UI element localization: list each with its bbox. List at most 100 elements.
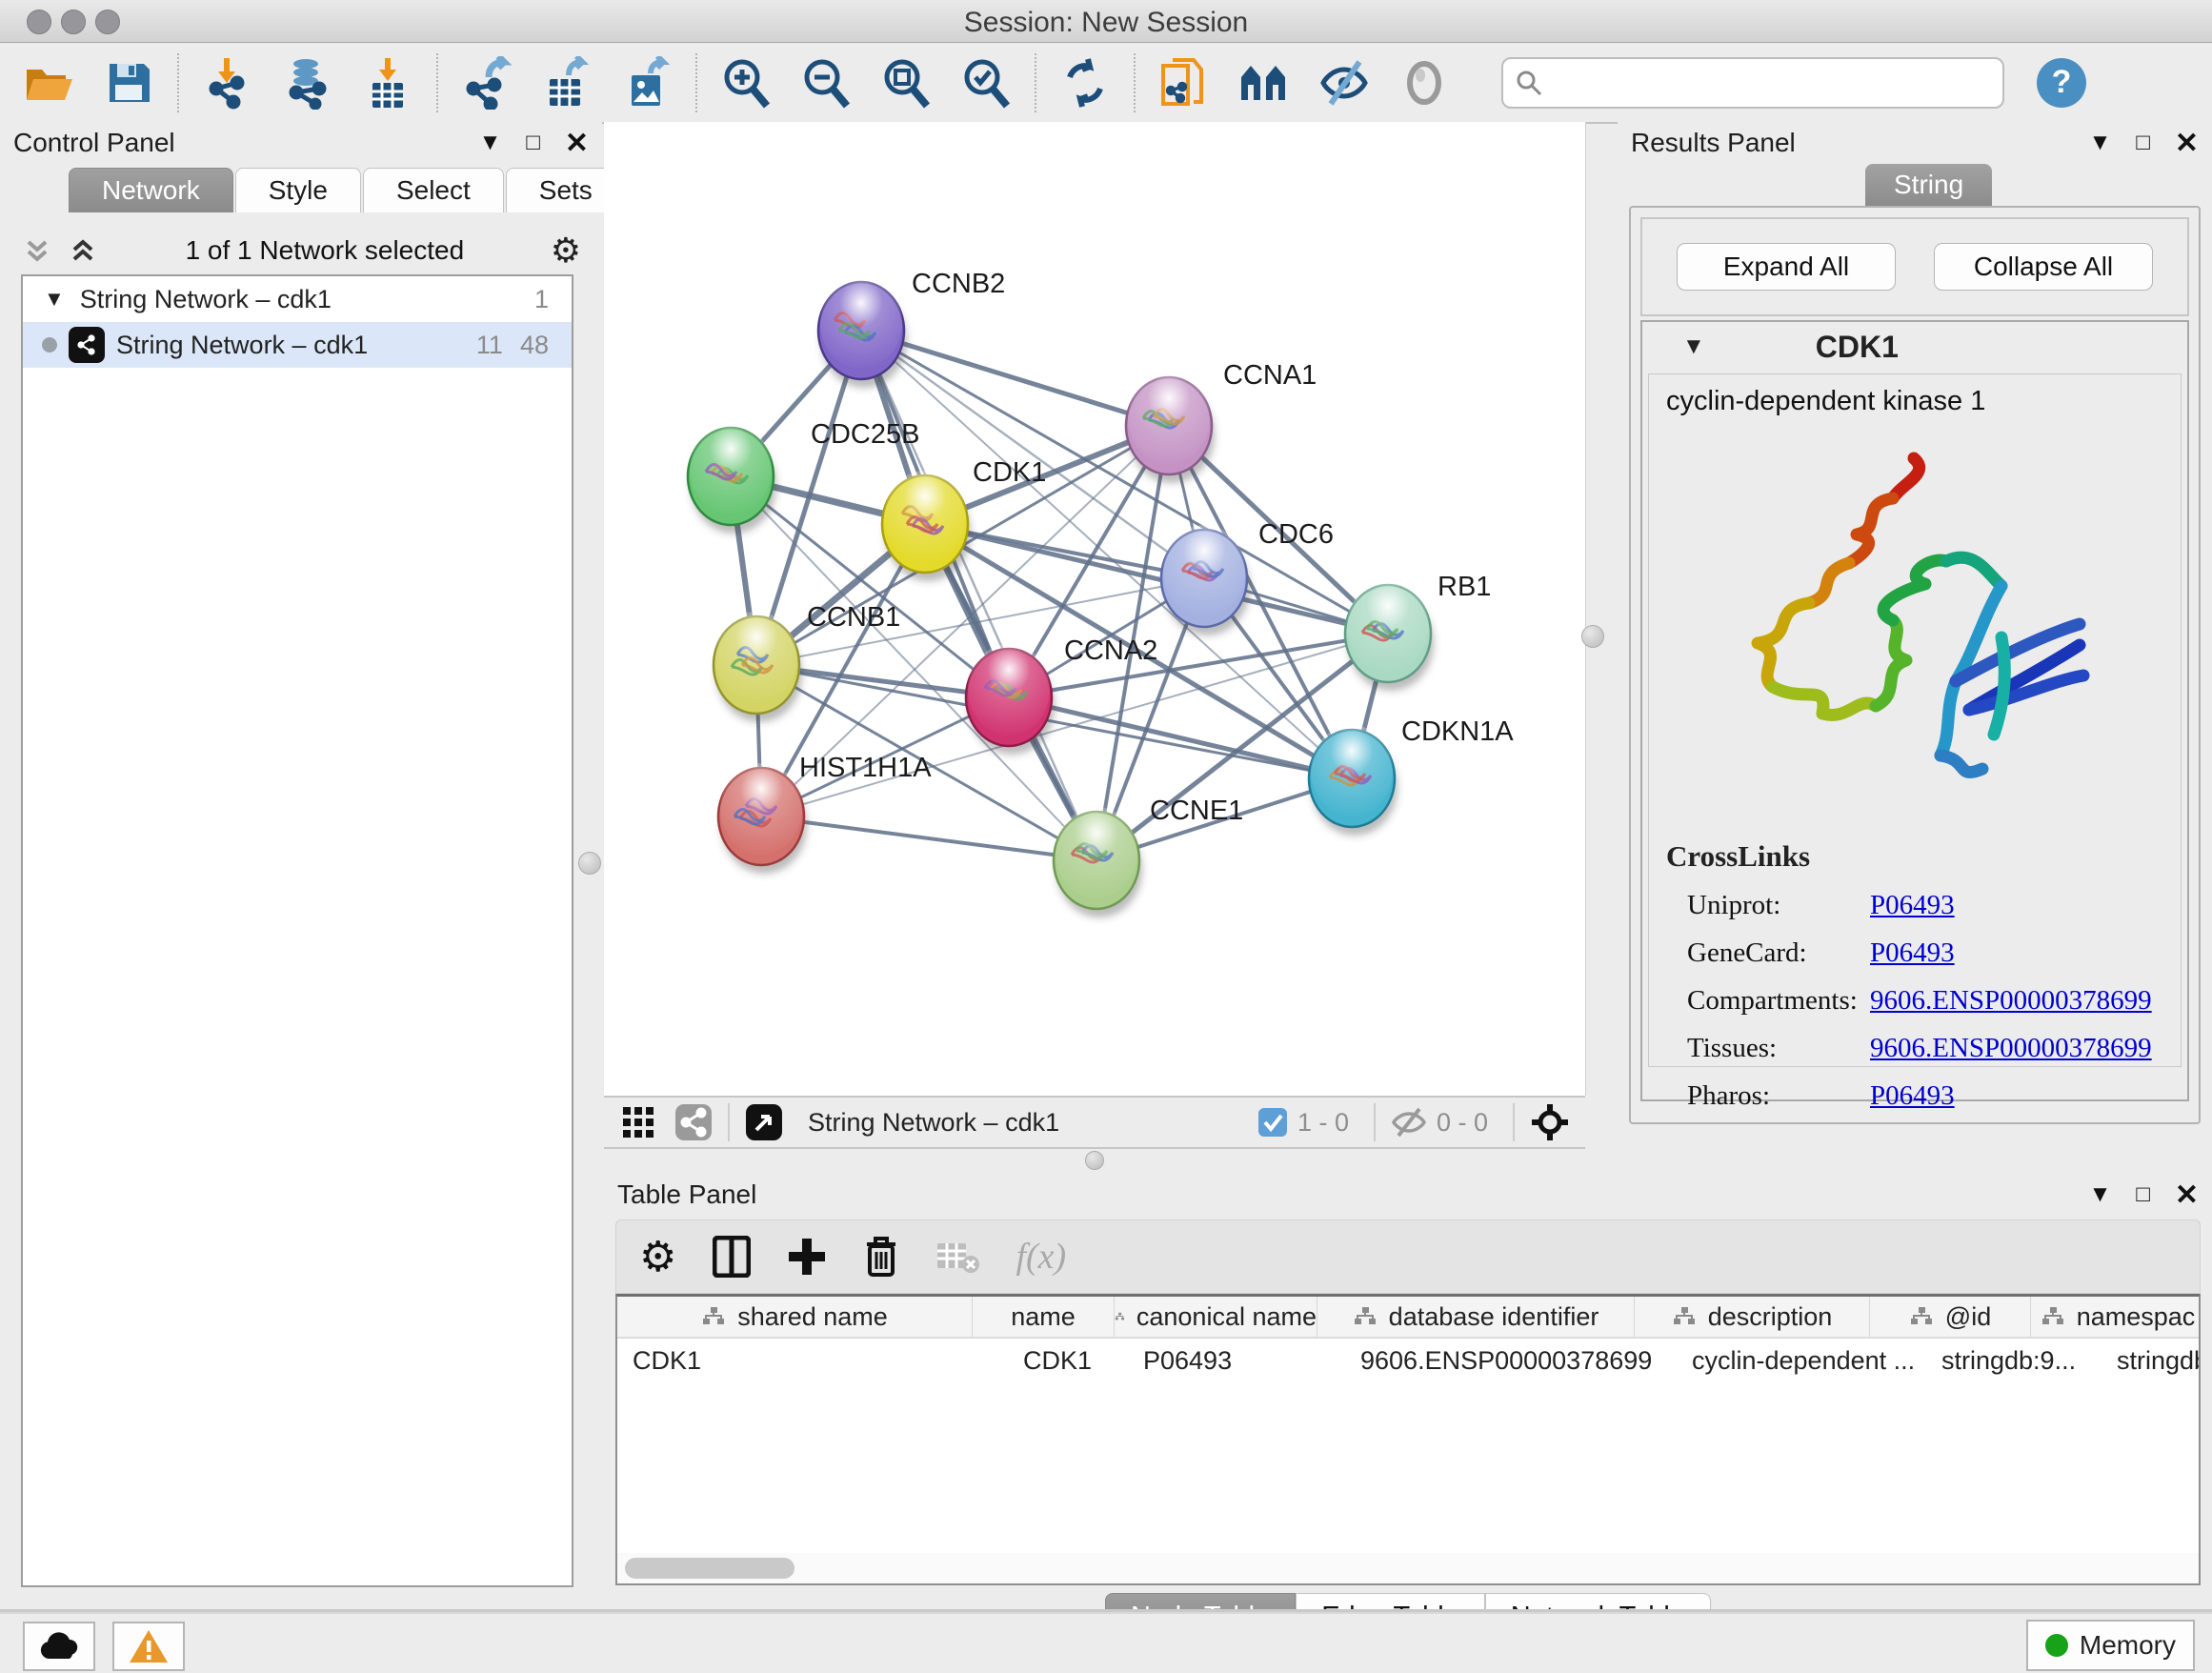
network-node-CDC6[interactable] — [1161, 525, 1250, 635]
zoom-selected-icon[interactable] — [958, 55, 1014, 111]
crosslink-link[interactable]: 9606.ENSP00000378699 — [1870, 1033, 2152, 1064]
zoom-in-icon[interactable] — [718, 55, 774, 111]
expand-all-button[interactable]: Expand All — [1677, 243, 1896, 291]
open-session-icon[interactable] — [21, 55, 76, 111]
network-view-mode-icon[interactable] — [674, 1103, 713, 1141]
table-cell[interactable]: P06493 — [1128, 1339, 1345, 1382]
network-edge-HIST1H1A-CCNE1[interactable] — [761, 816, 1096, 860]
network-node-CDK1[interactable] — [882, 471, 971, 581]
apply-layout-icon[interactable] — [1057, 55, 1113, 111]
table-cell[interactable]: CDK1 — [987, 1339, 1128, 1382]
column-header-canonical-name[interactable]: canonical name — [1115, 1297, 1317, 1337]
column-header-shared-name[interactable]: shared name — [617, 1297, 973, 1337]
search-input[interactable] — [1543, 67, 1957, 98]
network-canvas[interactable]: CCNB2CCNA1CDC25BCDK1CDC6RB1CCNB1CCNA2CDK… — [604, 122, 1586, 1096]
table-cell[interactable]: stringdb — [2101, 1339, 2201, 1382]
disclosure-triangle-icon[interactable]: ▼ — [44, 287, 65, 312]
network-edge-CCNB2-CCNA1[interactable] — [861, 331, 1169, 426]
crosslink-link[interactable]: P06493 — [1870, 937, 1955, 969]
create-column-icon[interactable] — [787, 1237, 827, 1277]
export-table-icon[interactable] — [539, 55, 594, 111]
table-cell[interactable]: 9606.ENSP00000378699 — [1345, 1339, 1677, 1382]
column-header-name[interactable]: name — [973, 1297, 1115, 1337]
table-cell[interactable]: cyclin-dependent ... — [1677, 1339, 1926, 1382]
birdseye-toggle-icon[interactable] — [1530, 1102, 1570, 1142]
tab-style[interactable]: Style — [235, 168, 361, 212]
annotations-icon[interactable] — [1156, 55, 1212, 111]
scrollbar-thumb[interactable] — [625, 1558, 794, 1579]
table-hscrollbar[interactable] — [615, 1553, 2201, 1585]
import-network-icon[interactable] — [200, 55, 255, 111]
network-node-CCNB1[interactable] — [714, 612, 802, 722]
delete-column-icon[interactable] — [863, 1235, 899, 1279]
crosslink-link[interactable]: P06493 — [1870, 1080, 1955, 1112]
network-node-CDKN1A[interactable] — [1309, 725, 1398, 836]
panel-float-icon[interactable]: ▼ — [2089, 1181, 2112, 1208]
export-image-icon[interactable] — [619, 55, 674, 111]
hide-details-icon[interactable] — [1317, 55, 1372, 111]
network-node-CCNA1[interactable] — [1126, 373, 1215, 483]
section-collapse-icon[interactable]: ▼ — [1682, 333, 1705, 360]
show-columns-icon[interactable] — [713, 1236, 751, 1278]
import-database-icon[interactable] — [280, 55, 335, 111]
column-header-database-identifier[interactable]: database identifier — [1317, 1297, 1635, 1337]
show-details-icon[interactable] — [1397, 55, 1452, 111]
crosslink-link[interactable]: 9606.ENSP00000378699 — [1870, 985, 2152, 1017]
column-header-description[interactable]: description — [1635, 1297, 1870, 1337]
panel-maximize-icon[interactable]: □ — [2136, 1181, 2150, 1208]
collapse-all-button[interactable]: Collapse All — [1934, 243, 2153, 291]
node-label-CCNE1: CCNE1 — [1150, 796, 1243, 826]
tab-network[interactable]: Network — [69, 168, 233, 212]
zoom-fit-icon[interactable] — [878, 55, 934, 111]
crosslink-row: Uniprot:P06493 — [1666, 890, 2152, 921]
hidden-eye-icon — [1391, 1106, 1427, 1139]
help-icon[interactable]: ? — [2037, 58, 2086, 108]
table-cell[interactable]: CDK1 — [617, 1339, 987, 1382]
grid-view-icon[interactable] — [621, 1105, 655, 1139]
table-cell[interactable]: stringdb:9... — [1926, 1339, 2101, 1382]
cloud-button[interactable] — [23, 1622, 95, 1671]
memory-label: Memory — [2080, 1630, 2176, 1661]
tab-select[interactable]: Select — [363, 168, 504, 212]
network-label: String Network – cdk1 — [116, 331, 368, 360]
zoom-out-icon[interactable] — [798, 55, 854, 111]
left-splitter-handle[interactable] — [578, 852, 601, 875]
network-node-CCNE1[interactable] — [1054, 807, 1142, 917]
import-table-icon[interactable] — [360, 55, 415, 111]
selected-checkbox-icon[interactable] — [1257, 1107, 1288, 1138]
search-field[interactable] — [1501, 57, 2004, 109]
expand-all-icon[interactable] — [67, 234, 99, 267]
panel-close-icon[interactable]: ✕ — [565, 127, 589, 160]
panel-maximize-icon[interactable]: □ — [526, 130, 540, 156]
tab-string[interactable]: String — [1865, 164, 1992, 206]
network-node-CCNB2[interactable] — [818, 277, 907, 388]
bottom-splitter-handle[interactable] — [1085, 1151, 1104, 1170]
panel-float-icon[interactable]: ▼ — [2089, 130, 2112, 156]
title-bar: Session: New Session — [0, 0, 2212, 43]
column-header-namespac[interactable]: namespac — [2031, 1297, 2201, 1337]
control-panel: Control Panel ▼ □ ✕ NetworkStyleSelectSe… — [0, 122, 602, 1595]
table-row[interactable]: CDK1CDK1P064939606.ENSP00000378699cyclin… — [617, 1339, 2199, 1382]
birdseye-icon[interactable] — [1237, 55, 1292, 111]
network-row[interactable]: String Network – cdk1 11 48 — [23, 322, 572, 368]
right-splitter-handle[interactable] — [1581, 625, 1604, 648]
memory-button[interactable]: Memory — [2026, 1620, 2195, 1671]
network-node-RB1[interactable] — [1345, 580, 1434, 691]
panel-maximize-icon[interactable]: □ — [2136, 130, 2150, 156]
warnings-button[interactable] — [112, 1622, 185, 1671]
panel-close-icon[interactable]: ✕ — [2175, 127, 2199, 160]
export-network-icon[interactable] — [459, 55, 514, 111]
network-collection-row[interactable]: ▼ String Network – cdk1 1 — [23, 276, 572, 322]
table-settings-gear-icon[interactable]: ⚙ — [639, 1233, 676, 1281]
network-node-HIST1H1A[interactable] — [718, 763, 807, 874]
collapse-all-icon[interactable] — [21, 234, 53, 267]
network-node-CCNA2[interactable] — [966, 644, 1055, 755]
crosslink-link[interactable]: P06493 — [1870, 890, 1955, 921]
save-session-icon[interactable] — [101, 55, 156, 111]
panel-close-icon[interactable]: ✕ — [2175, 1179, 2199, 1212]
column-header--id[interactable]: @id — [1870, 1297, 2031, 1337]
detach-view-icon[interactable] — [745, 1103, 783, 1141]
panel-float-icon[interactable]: ▼ — [479, 130, 502, 156]
node-table[interactable]: shared namenamecanonical namedatabase id… — [615, 1294, 2201, 1558]
gear-icon[interactable]: ⚙ — [551, 231, 581, 271]
